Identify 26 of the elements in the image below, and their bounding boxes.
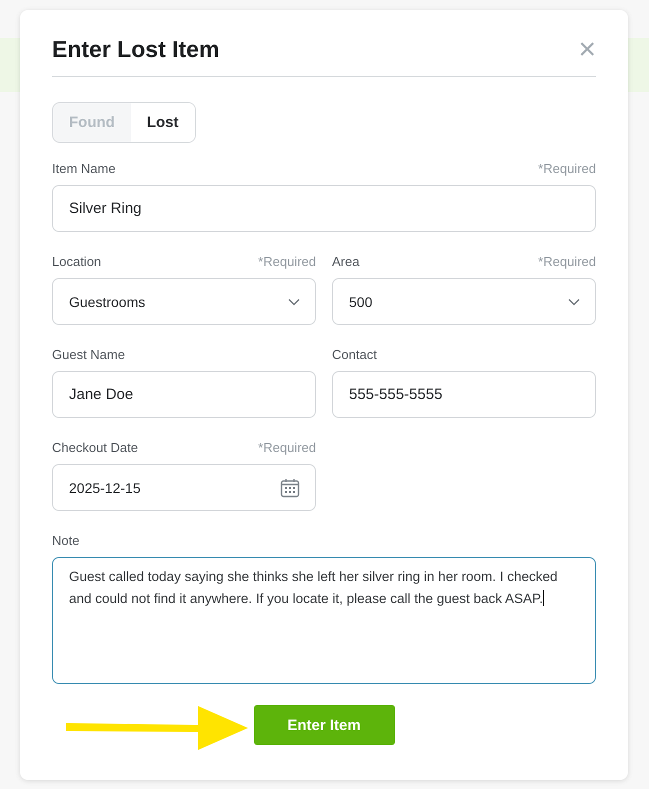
chevron-down-icon	[568, 298, 580, 306]
field-label: Note	[52, 533, 80, 549]
dropdown-value: 500	[349, 294, 372, 310]
date-field[interactable]: 2025-12-15	[52, 464, 316, 511]
dropdown-field[interactable]: Guestrooms	[52, 278, 316, 325]
field-label: Area	[332, 254, 360, 270]
input-field[interactable]: Silver Ring	[52, 185, 596, 232]
note-textarea[interactable]: Guest called today saying she thinks she left her silver ring in her room. I checked and could not find it anywhere. If you locate it, please call the guest back ASAP.	[52, 557, 596, 684]
field-label: Checkout Date	[52, 440, 138, 456]
dropdown-field[interactable]: 500	[332, 278, 596, 325]
field-label: Guest Name	[52, 347, 125, 363]
field-label: Item Name	[52, 161, 116, 177]
required-note: *Required	[258, 440, 316, 456]
required-note: *Required	[538, 161, 596, 177]
input-field[interactable]: Jane Doe	[52, 371, 316, 418]
required-note: *Required	[258, 254, 316, 270]
input-field[interactable]: 555-555-5555	[332, 371, 596, 418]
calendar-icon[interactable]	[280, 478, 300, 498]
required-note: *Required	[538, 254, 596, 270]
field-label: Location	[52, 254, 102, 270]
date-value: 2025-12-15	[69, 480, 141, 496]
dialog-title: Enter Lost Item	[52, 36, 220, 63]
toggle-tab[interactable]: Lost	[130, 103, 194, 142]
chevron-down-icon	[288, 298, 300, 306]
dropdown-value: Guestrooms	[69, 294, 146, 310]
field-label: Contact	[332, 347, 377, 363]
